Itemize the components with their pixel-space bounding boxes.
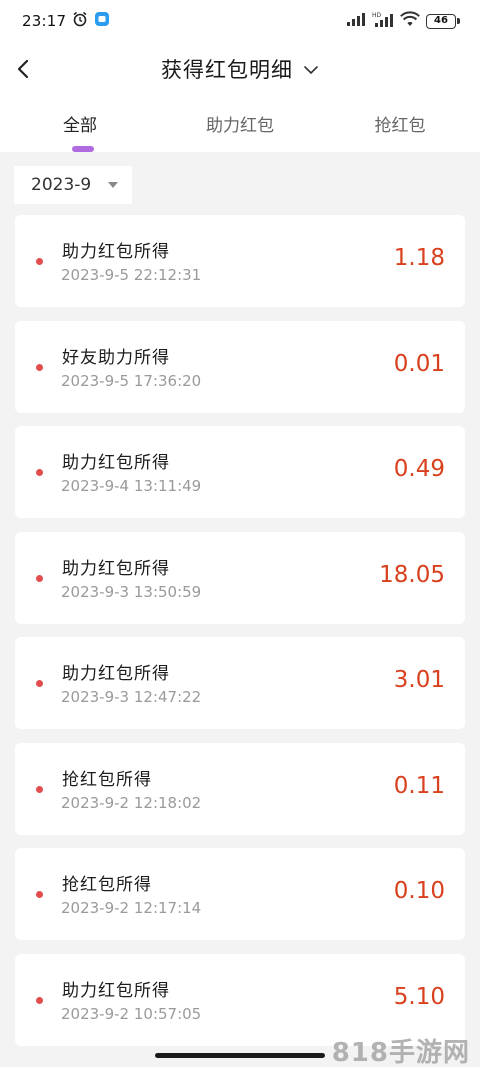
list-item[interactable]: 助力红包所得 2023-9-5 22:12:31 1.18 [15,215,465,307]
record-title: 抢红包所得 [62,769,152,790]
tab-active-indicator [72,146,94,152]
record-amount: 5.10 [393,983,445,1010]
record-amount: 0.49 [393,456,445,482]
record-title: 助力红包所得 [62,980,170,1001]
record-time: 2023-9-2 12:17:14 [61,899,202,917]
list-item[interactable]: 助力红包所得 2023-9-3 13:50:59 18.05 [15,531,465,624]
back-icon[interactable] [12,56,38,82]
record-time: 2023-9-5 22:12:31 [61,266,202,284]
record-title: 助力红包所得 [62,664,170,684]
record-amount: 18.05 [379,561,445,588]
bullet-dot [36,996,43,1004]
record-amount: 0.10 [393,878,445,904]
record-title: 助力红包所得 [62,242,170,262]
app-notification-icon [94,11,110,31]
status-time: 23:17 [22,12,67,30]
record-amount: 3.01 [393,667,445,693]
record-time: 2023-9-4 13:11:49 [61,477,202,495]
page-title[interactable]: 获得红包明细 [161,54,293,84]
record-amount: 0.01 [393,350,445,377]
list-item[interactable]: 助力红包所得 2023-9-4 13:11:49 0.49 [15,426,465,518]
month-filter-dropdown[interactable]: 2023-9 [14,166,132,204]
list-item[interactable]: 助力红包所得 2023-9-3 12:47:22 3.01 [15,637,465,729]
wifi-icon [400,11,420,31]
bullet-dot [36,574,43,582]
watermark: 818手游网 [331,1038,470,1067]
svg-text:HD: HD [372,12,382,19]
record-title: 抢红包所得 [62,875,152,895]
list-item[interactable]: 好友助力所得 2023-9-5 17:36:20 0.01 [15,320,465,413]
hd-signal-icon: HD [372,11,394,31]
chevron-down-icon[interactable] [303,60,319,79]
bullet-dot [36,363,43,371]
tab-bar: 全部 助力红包 抢红包 [0,108,480,152]
record-amount: 1.18 [393,245,445,271]
tab-grab-red-packet[interactable]: 抢红包 [320,108,480,152]
bullet-dot [36,680,43,687]
record-time: 2023-9-3 12:47:22 [61,688,202,706]
caret-down-icon [108,182,119,188]
record-amount: 0.11 [393,772,445,799]
record-time: 2023-9-2 12:18:02 [61,793,202,812]
record-title: 助力红包所得 [62,453,170,473]
battery-icon: 46 [426,13,460,29]
month-filter-value: 2023-9 [31,175,92,195]
record-time: 2023-9-3 13:50:59 [61,582,202,601]
list-item[interactable]: 抢红包所得 2023-9-2 12:18:02 0.11 [15,742,465,835]
signal-icon [346,12,366,30]
title-bar: 获得红包明细 [0,42,480,96]
bullet-dot [36,785,43,793]
bullet-dot [36,258,43,265]
record-list: 助力红包所得 2023-9-5 22:12:31 1.18 好友助力所得 202… [15,215,465,1059]
bullet-dot [36,469,43,476]
record-title: 好友助力所得 [62,347,170,368]
record-title: 助力红包所得 [62,558,170,579]
bullet-dot [36,891,43,898]
list-item[interactable]: 抢红包所得 2023-9-2 12:17:14 0.10 [15,848,465,940]
record-time: 2023-9-2 10:57:05 [61,1004,202,1023]
tab-assist-red-packet[interactable]: 助力红包 [160,108,320,152]
status-bar: 23:17 HD 46 [0,0,480,42]
record-time: 2023-9-5 17:36:20 [61,371,202,390]
home-indicator[interactable] [155,1053,325,1058]
alarm-icon [72,11,88,31]
